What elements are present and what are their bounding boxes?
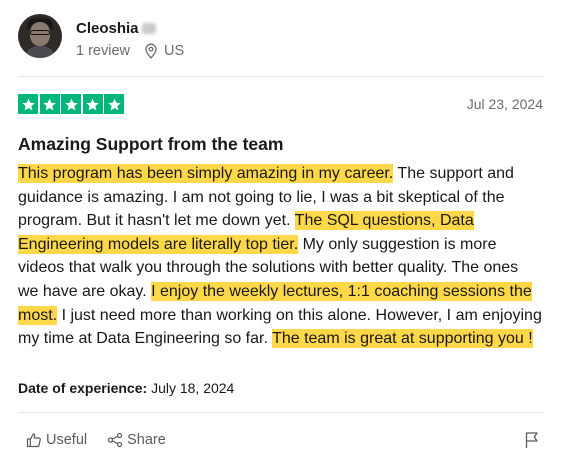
highlighted-text: This program has been simply amazing in … [18, 164, 394, 183]
share-label: Share [127, 432, 166, 448]
redacted-surname [141, 22, 156, 34]
star-icon [18, 94, 38, 114]
star-rating [18, 94, 126, 114]
review-card: Cleoshia 1 review US Jul 23, 2024 Amazin… [0, 0, 566, 466]
review-date: Jul 23, 2024 [466, 96, 543, 112]
star-icon [104, 94, 124, 114]
useful-label: Useful [46, 432, 88, 448]
location-pin-icon [145, 43, 157, 59]
review-body: This program has been simply amazing in … [18, 162, 543, 351]
highlighted-text: The team is great at supporting you ! [272, 329, 533, 349]
reviewer-name[interactable]: Cleoshia [76, 20, 139, 37]
reviewer-country: US [164, 43, 185, 59]
experience-label: Date of experience: [18, 380, 148, 396]
experience-date: July 18, 2024 [151, 380, 235, 396]
reviewer-meta: 1 review US [76, 43, 184, 59]
review-title: Amazing Support from the team [18, 134, 284, 154]
star-icon [61, 94, 81, 114]
reviewer-header: Cleoshia 1 review US [18, 14, 184, 70]
divider [18, 76, 544, 77]
star-icon [82, 94, 103, 114]
review-actions: Useful Share [26, 432, 186, 448]
date-of-experience: Date of experience: July 18, 2024 [18, 380, 234, 396]
avatar[interactable] [18, 14, 62, 58]
thumbs-up-icon [26, 433, 41, 448]
flag-icon[interactable] [524, 431, 540, 449]
share-icon [108, 432, 123, 448]
share-button[interactable]: Share [107, 432, 166, 448]
reviewer-info: Cleoshia 1 review US [76, 14, 184, 60]
star-icon [39, 94, 60, 114]
useful-button[interactable]: Useful [26, 432, 87, 448]
divider [18, 412, 544, 413]
review-count: 1 review [76, 43, 130, 59]
